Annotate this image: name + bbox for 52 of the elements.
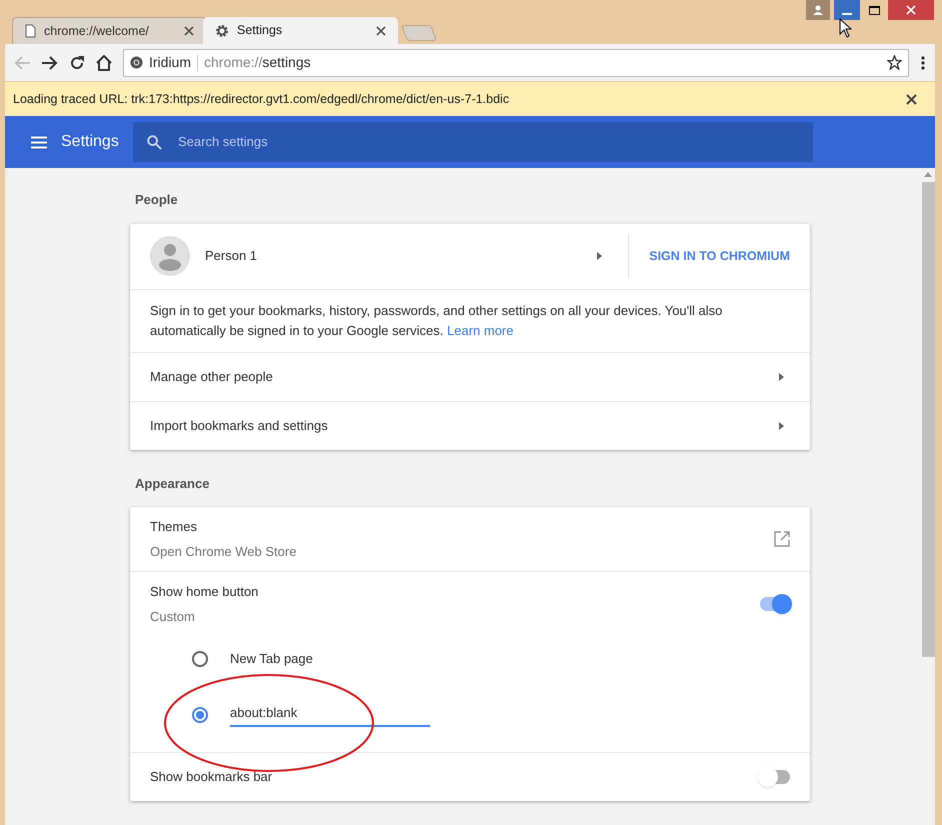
radio-button[interactable] bbox=[192, 707, 208, 724]
menu-icon[interactable] bbox=[919, 54, 927, 70]
forward-icon[interactable] bbox=[41, 54, 59, 70]
browser-tab[interactable]: chrome://welcome/ bbox=[12, 17, 207, 44]
info-message: Loading traced URL: trk:173:https://redirector.gvt1.com/edgedl/chrome/dict/en-us-7-1.bdic bbox=[13, 90, 510, 108]
url-input-field[interactable]: about:blank bbox=[230, 703, 430, 727]
setting-label: Show home button bbox=[150, 583, 260, 602]
star-icon[interactable] bbox=[887, 55, 902, 70]
minimize-button[interactable] bbox=[834, 0, 860, 20]
address-bar[interactable]: Iridium chrome://settings bbox=[123, 48, 909, 76]
setting-sublabel: Open Chrome Web Store bbox=[150, 542, 298, 561]
setting-label: Manage other people bbox=[150, 368, 273, 386]
learn-more-link[interactable]: Learn more bbox=[447, 322, 514, 338]
avatar-icon bbox=[150, 236, 190, 276]
browser-tab[interactable]: Settings bbox=[203, 17, 398, 44]
page-icon bbox=[25, 24, 36, 38]
sign-in-description: Sign in to get your bookmarks, history, passwords, and other settings on all your devices. You'll also automatically be signed in to your Google services. Learn more bbox=[150, 302, 724, 340]
search-input[interactable]: Search settings bbox=[178, 132, 799, 152]
setting-label: Themes bbox=[150, 518, 198, 536]
settings-title: Settings bbox=[61, 132, 120, 152]
tab-close-icon[interactable] bbox=[376, 26, 386, 36]
arrow-right-icon[interactable] bbox=[597, 252, 602, 260]
arrow-right-icon[interactable] bbox=[779, 422, 784, 430]
toggle-switch[interactable] bbox=[760, 597, 790, 612]
chromium-logo-icon bbox=[130, 56, 143, 69]
scrollbar-thumb[interactable] bbox=[922, 182, 934, 658]
close-icon[interactable] bbox=[906, 94, 917, 105]
profile-icon[interactable] bbox=[806, 0, 830, 20]
cursor-icon bbox=[839, 18, 852, 38]
menu-icon[interactable] bbox=[31, 136, 47, 149]
section-heading: Appearance bbox=[135, 474, 210, 493]
section-heading: People bbox=[135, 191, 179, 210]
person-name: Person 1 bbox=[205, 247, 258, 266]
sign-in-button[interactable]: SIGN IN TO CHROMIUM bbox=[649, 238, 790, 274]
url-text: chrome://settings bbox=[204, 53, 311, 72]
radio-button[interactable] bbox=[192, 651, 208, 668]
arrow-right-icon[interactable] bbox=[779, 372, 784, 381]
close-icon bbox=[906, 5, 916, 15]
site-label: Iridium bbox=[149, 53, 192, 72]
setting-label: Import bookmarks and settings bbox=[150, 416, 328, 435]
close-button[interactable] bbox=[888, 0, 934, 20]
setting-sublabel: Custom bbox=[150, 608, 196, 626]
search-field[interactable]: Search settings bbox=[133, 122, 813, 162]
gear-icon bbox=[215, 24, 229, 38]
home-icon[interactable] bbox=[95, 54, 113, 70]
radio-label[interactable]: New Tab page bbox=[230, 649, 313, 669]
search-icon bbox=[147, 134, 162, 150]
reload-icon[interactable] bbox=[69, 54, 85, 70]
setting-label: Show bookmarks bar bbox=[150, 768, 274, 786]
external-link-icon[interactable] bbox=[774, 531, 790, 548]
toggle-switch[interactable] bbox=[760, 770, 790, 784]
tab-close-icon[interactable] bbox=[184, 26, 194, 36]
